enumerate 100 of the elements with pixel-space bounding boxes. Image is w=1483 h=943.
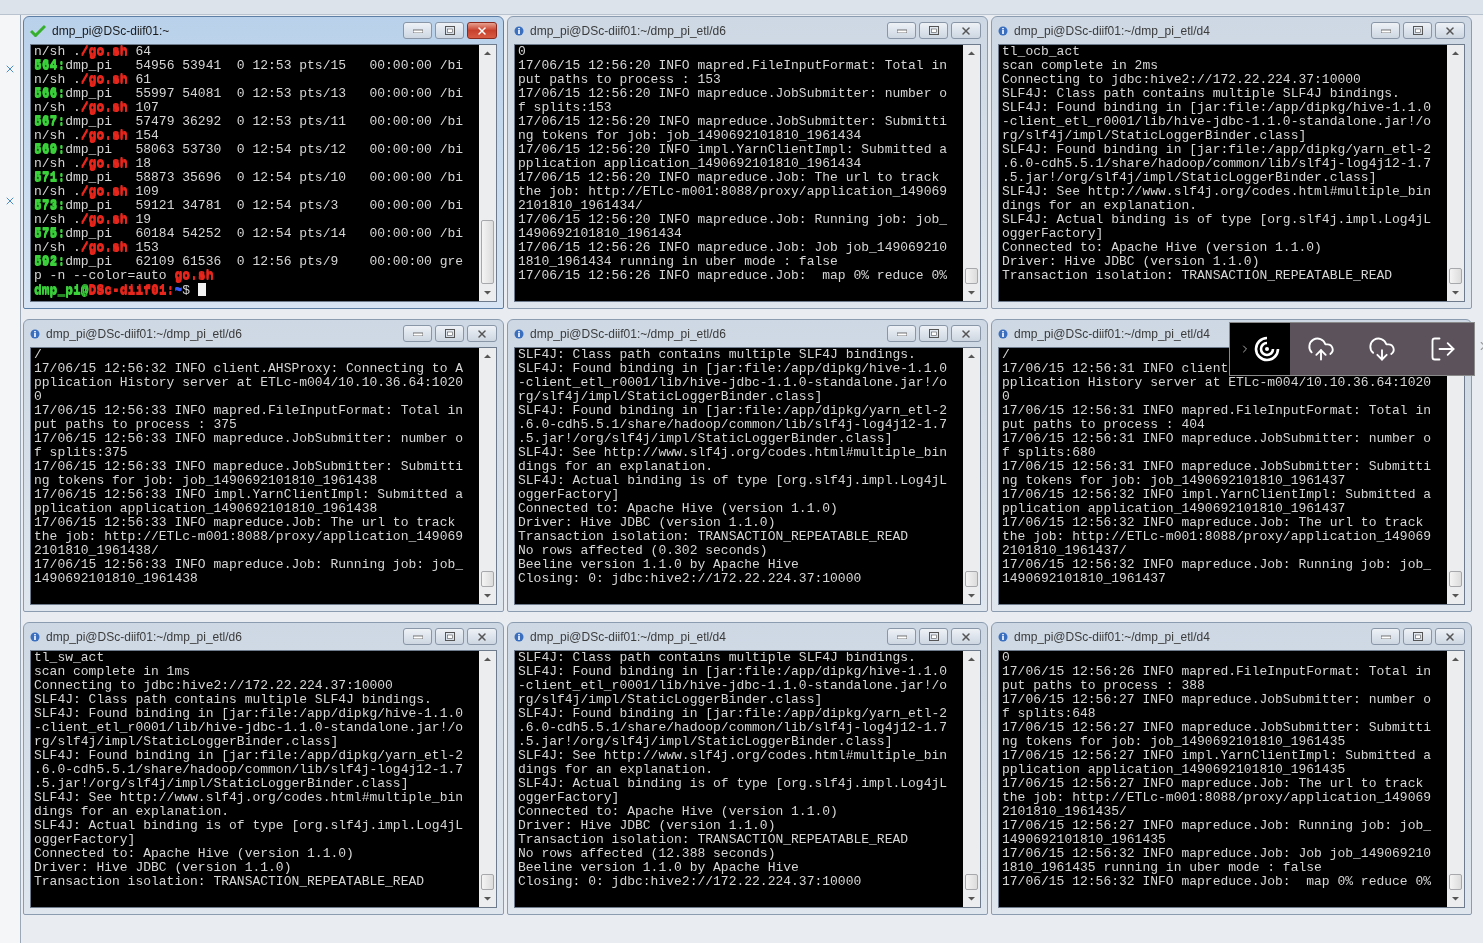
- terminal-line: Transaction isolation: TRANSACTION_REPEATABLE_READ: [518, 530, 909, 544]
- close-button[interactable]: [1435, 628, 1465, 645]
- window-title: dmp_pi@DSc-diif01:~: [52, 23, 171, 38]
- terminal-line: dings for an explanation.: [518, 763, 714, 777]
- scrollbar[interactable]: [963, 651, 980, 907]
- maximize-button[interactable]: [919, 325, 948, 342]
- terminal-line: 17/06/15 12:56:31 INFO mapreduce.JobSubmitter: number o: [1002, 432, 1432, 446]
- terminal-line: 1490692101810_1961434: [518, 227, 682, 241]
- terminal-line: dings for an explanation.: [1002, 199, 1198, 213]
- minimize-icon: [896, 634, 907, 639]
- close-icon: [476, 24, 488, 37]
- terminal-line: n/sh ./go.sh 19: [34, 213, 152, 227]
- terminal-line: scan complete in 2ms: [1002, 59, 1159, 73]
- window-title: dmp_pi@DSc-diif01:~/dmp_pi_etl/d4: [1014, 629, 1211, 644]
- terminal-line: the job: http://ETLc-m001:8088/proxy/application_149069: [1002, 530, 1432, 544]
- maximize-button[interactable]: [919, 22, 948, 39]
- close-icon[interactable]: [4, 195, 16, 207]
- terminal-line: 564:dmp_pi 54956 53941 0 12:53 pts/15 00:00:00 /bi: [34, 59, 464, 73]
- terminal-line: n/sh ./go.sh 107: [34, 101, 159, 115]
- scrollbar-thumb[interactable]: [481, 220, 494, 284]
- scrollbar[interactable]: [479, 348, 496, 604]
- terminal-line: f splits:648: [1002, 707, 1096, 721]
- scrollbar-thumb[interactable]: [965, 874, 978, 890]
- terminal-line: Closing: 0: jdbc:hive2://172.22.224.37:10000: [518, 572, 862, 586]
- close-button[interactable]: [1435, 22, 1465, 39]
- scrollbar-thumb[interactable]: [965, 268, 978, 284]
- terminal-line: 17/06/15 12:56:33 INFO mapreduce.Job: The url to track: [34, 516, 456, 530]
- terminal-line: n/sh ./go.sh 61: [34, 73, 152, 87]
- close-button[interactable]: [951, 22, 981, 39]
- scrollbar-thumb[interactable]: [481, 874, 494, 890]
- terminal-line: n/sh ./go.sh 109: [34, 185, 159, 199]
- maximize-button[interactable]: [435, 22, 464, 39]
- terminal-line: 569:dmp_pi 58063 53730 0 12:54 pts/12 00:00:00 /bi: [34, 143, 464, 157]
- terminal-line: 567:dmp_pi 57479 36292 0 12:53 pts/11 00:00:00 /bi: [34, 115, 464, 129]
- scrollbar-thumb[interactable]: [1449, 571, 1462, 587]
- terminal-line: Transaction isolation: TRANSACTION_REPEATABLE_READ: [518, 833, 909, 847]
- terminal-line: SLF4J: See http://www.slf4j.org/codes.html#multiple_bin: [34, 791, 464, 805]
- terminal-line: 17/06/15 12:56:20 INFO mapreduce.Job: The url to track: [518, 171, 940, 185]
- scrollbar[interactable]: [479, 651, 496, 907]
- close-icon: [1444, 24, 1456, 37]
- terminal-line: SLF4J: Class path contains multiple SLF4J bindings.: [1002, 87, 1400, 101]
- scrollbar-thumb[interactable]: [1449, 268, 1462, 284]
- terminal-line: oggerFactory]: [1002, 227, 1104, 241]
- terminal-line: put paths to process : 375: [34, 418, 237, 432]
- window-title: dmp_pi@DSc-diif01:~/dmp_pi_etl/d4: [530, 629, 727, 644]
- scrollbar-thumb[interactable]: [1449, 874, 1462, 890]
- terminal-line: Transaction isolation: TRANSACTION_REPEATABLE_READ: [34, 875, 425, 889]
- terminal-line: 0: [34, 390, 42, 404]
- terminal-line: SLF4J: Found binding in [jar:file:/app/dipkg/hive-1.1.0: [1002, 101, 1432, 115]
- terminal-line: oggerFactory]: [34, 833, 136, 847]
- close-button[interactable]: [951, 325, 981, 342]
- scrollbar[interactable]: [1447, 45, 1464, 301]
- maximize-button[interactable]: [1403, 22, 1432, 39]
- scrollbar[interactable]: [963, 348, 980, 604]
- terminal-line: 17/06/15 12:56:26 INFO mapreduce.Job: Job job_149069210: [518, 241, 948, 255]
- terminal-line: -client_etl_r0001/lib/hive-jdbc-1.1.0-standalone.jar!/o: [1002, 115, 1432, 129]
- scrollbar-thumb[interactable]: [965, 571, 978, 587]
- terminal-line: ng tokens for job: job_1490692101810_1961435: [1002, 735, 1346, 749]
- terminal-line: 17/06/15 12:56:33 INFO mapreduce.JobSubmitter: number o: [34, 432, 464, 446]
- close-button[interactable]: [951, 628, 981, 645]
- close-icon: [960, 327, 972, 340]
- close-button[interactable]: [467, 628, 497, 645]
- terminal-line: scan complete in 1ms: [34, 665, 191, 679]
- terminal-line: Driver: Hive JDBC (version 1.1.0): [518, 819, 776, 833]
- terminal-line: ng tokens for job: job_1490692101810_1961438: [34, 474, 378, 488]
- close-button[interactable]: [467, 325, 497, 342]
- window-title: dmp_pi@DSc-diif01:~/dmp_pi_etl/d6: [530, 326, 727, 341]
- terminal-line: Driver: Hive JDBC (version 1.1.0): [34, 861, 292, 875]
- terminal-line: .6.0-cdh5.5.1/share/hadoop/common/lib/slf4j-log4j12-1.7: [518, 418, 948, 432]
- terminal-line: Transaction isolation: TRANSACTION_REPEATABLE_READ: [1002, 269, 1393, 283]
- maximize-button[interactable]: [919, 628, 948, 645]
- terminal-line: f splits:153: [518, 101, 612, 115]
- scrollbar[interactable]: [1447, 651, 1464, 907]
- terminal-line: 17/06/15 12:56:32 INFO mapreduce.Job: Running job: job_: [1002, 558, 1432, 572]
- terminal-line: pplication application_1490692101810_1961438: [34, 502, 378, 516]
- terminal-line: f splits:375: [34, 446, 128, 460]
- terminal-line: SLF4J: Actual binding is of type [org.slf4j.impl.Log4jL: [518, 777, 948, 791]
- maximize-button[interactable]: [435, 628, 464, 645]
- maximize-button[interactable]: [1403, 628, 1432, 645]
- terminal-line: 17/06/15 12:56:33 INFO impl.YarnClientImpl: Submitted a: [34, 488, 464, 502]
- terminal-line: Closing: 0: jdbc:hive2://172.22.224.37:10000: [518, 875, 862, 889]
- scrollbar[interactable]: [479, 45, 496, 301]
- scrollbar-thumb[interactable]: [481, 571, 494, 587]
- window-title: dmp_pi@DSc-diif01:~/dmp_pi_etl/d4: [1014, 23, 1211, 38]
- info-icon: [30, 328, 40, 339]
- close-icon[interactable]: [4, 63, 16, 75]
- maximize-icon: [928, 26, 939, 35]
- terminal-line: Beeline version 1.1.0 by Apache Hive: [518, 558, 799, 572]
- maximize-button[interactable]: [435, 325, 464, 342]
- terminal-line: put paths to process : 404: [1002, 418, 1205, 432]
- terminal-line: 17/06/15 12:56:27 INFO impl.YarnClientImpl: Submitted a: [1002, 749, 1432, 763]
- close-icon: [1444, 630, 1456, 643]
- terminal-line: No rows affected (0.302 seconds): [518, 544, 768, 558]
- terminal-line: f splits:680: [1002, 446, 1096, 460]
- terminal-line: 17/06/15 12:56:32 INFO mapreduce.Job: The url to track: [1002, 516, 1424, 530]
- scrollbar[interactable]: [963, 45, 980, 301]
- terminal-line: -client_etl_r0001/lib/hive-jdbc-1.1.0-standalone.jar!/o: [518, 679, 948, 693]
- terminal-line: Connected to: Apache Hive (version 1.1.0): [518, 805, 838, 819]
- terminal-line: Connected to: Apache Hive (version 1.1.0): [1002, 241, 1322, 255]
- close-button[interactable]: [467, 22, 497, 39]
